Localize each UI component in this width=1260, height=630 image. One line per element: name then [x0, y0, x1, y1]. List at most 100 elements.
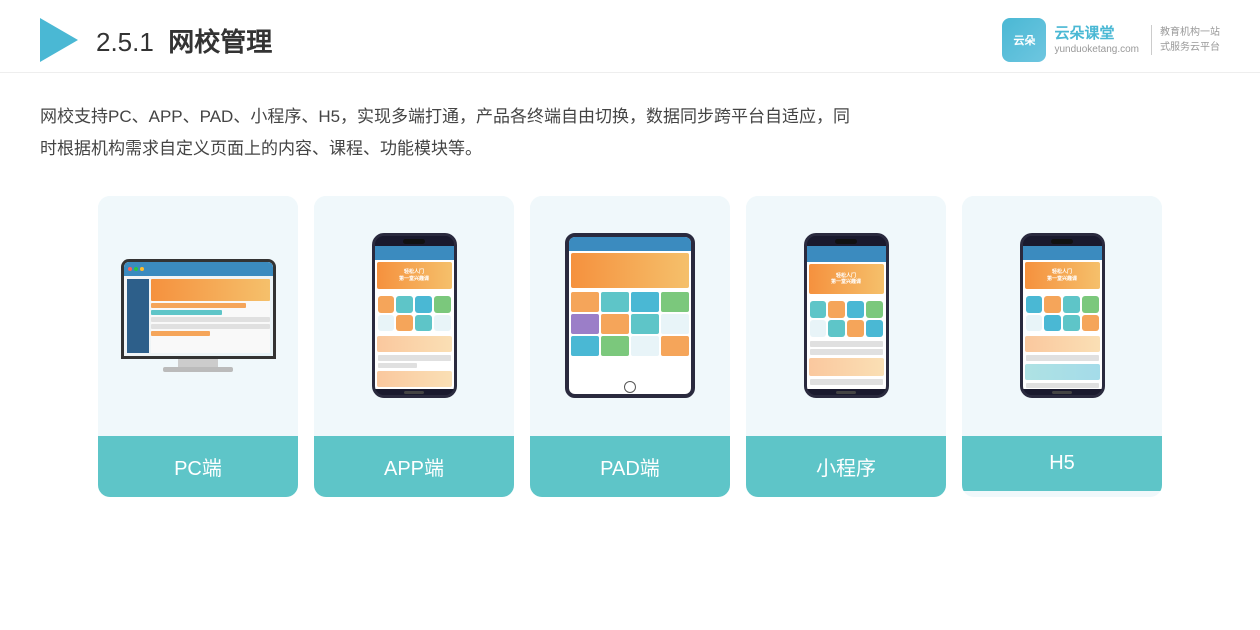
- phone-notch: [375, 236, 454, 246]
- phone-h5-icon-6: [1044, 315, 1061, 332]
- tagline-line1: 教育机构一站: [1160, 27, 1220, 38]
- monitor-banner: [151, 279, 270, 301]
- phone-mini-icon-7: [847, 320, 864, 337]
- tablet-cell-10: [601, 336, 629, 356]
- phone-row2: [378, 363, 418, 368]
- phone-h5-frame: 轻松人门第一堂兴趣课: [1020, 233, 1105, 398]
- phone-h5-icon-8: [1082, 315, 1099, 332]
- brand-name: 云朵课堂: [1054, 24, 1139, 44]
- card-h5: 轻松人门第一堂兴趣课: [962, 196, 1162, 497]
- phone-mini-icon-2: [828, 301, 845, 318]
- tablet-cell-8: [661, 314, 689, 334]
- tablet-cell-9: [571, 336, 599, 356]
- tablet-cell-12: [661, 336, 689, 356]
- tablet-cell-2: [601, 292, 629, 312]
- card-pc: PC端: [98, 196, 298, 497]
- phone-notch-inner: [403, 239, 425, 244]
- phone-banner: 轻松人门第一堂兴趣课: [377, 262, 452, 289]
- header-left: 2.5.1 网校管理: [40, 18, 272, 62]
- phone-app-mockup: 轻松人门第一堂兴趣课: [372, 233, 457, 398]
- phone-h5-icon-4: [1082, 296, 1099, 313]
- phone-course-row1: [377, 336, 452, 352]
- tablet-cell-6: [601, 314, 629, 334]
- phone-h5-course1: [1025, 336, 1100, 352]
- phone-h5-icon-1: [1026, 296, 1043, 313]
- phone-mini-grid: [807, 298, 886, 340]
- description-paragraph: 网校支持PC、APP、PAD、小程序、H5，实现多端打通，产品各终端自由切换，数…: [40, 101, 860, 166]
- phone-h5-screen-header: [1023, 246, 1102, 260]
- phone-h5-notch: [1023, 236, 1102, 246]
- phone-icon-7: [415, 315, 432, 332]
- card-h5-image: 轻松人门第一堂兴趣课: [962, 196, 1162, 436]
- monitor-row2: [151, 310, 222, 315]
- phone-icon-5: [378, 315, 395, 332]
- phone-icon-8: [434, 315, 451, 332]
- phone-mini-home: [836, 391, 856, 394]
- card-miniprogram: 轻松人门第一堂兴趣课: [746, 196, 946, 497]
- card-app-image: 轻松人门第一堂兴趣课: [314, 196, 514, 436]
- card-miniprogram-label: 小程序: [746, 436, 946, 497]
- phone-h5-course2: [1025, 364, 1100, 380]
- phone-course-row2: [377, 371, 452, 387]
- card-app: 轻松人门第一堂兴趣课: [314, 196, 514, 497]
- phone-h5-row1: [1026, 355, 1099, 360]
- monitor-frame: [121, 259, 276, 359]
- tablet-frame: [565, 233, 695, 398]
- phone-mini-mockup: 轻松人门第一堂兴趣课: [804, 233, 889, 398]
- phone-mini-bottom: [807, 389, 886, 395]
- phone-mini-row3: [810, 379, 883, 385]
- pc-monitor-mockup: [121, 259, 276, 372]
- page-title: 2.5.1 网校管理: [96, 22, 272, 59]
- phone-mini-screen-header: [807, 246, 886, 262]
- phone-h5-grid: [1023, 293, 1102, 335]
- phone-h5-icon-3: [1063, 296, 1080, 313]
- phone-h5-banner: 轻松人门第一堂兴趣课: [1025, 262, 1100, 289]
- tagline-line2: 式服务云平台: [1160, 42, 1220, 53]
- monitor-row4: [151, 324, 270, 329]
- tablet-cell-5: [571, 314, 599, 334]
- phone-mini-notch: [807, 236, 886, 246]
- tablet-cell-1: [571, 292, 599, 312]
- card-app-label: APP端: [314, 436, 514, 497]
- phone-bottom: [375, 389, 454, 395]
- monitor-row5: [151, 331, 211, 336]
- phone-h5-banner-text: 轻松人门第一堂兴趣课: [1047, 269, 1077, 282]
- phone-icon-1: [378, 296, 395, 313]
- brand-icon: [1002, 18, 1046, 62]
- phone-h5-icon-2: [1044, 296, 1061, 313]
- phone-mini-frame: 轻松人门第一堂兴趣课: [804, 233, 889, 398]
- monitor-screen: [124, 262, 273, 356]
- header: 2.5.1 网校管理 云朵课堂 yunduoketang.com 教育机构一站 …: [0, 0, 1260, 73]
- tablet-cell-11: [631, 336, 659, 356]
- phone-h5-bottom: [1023, 389, 1102, 395]
- phone-mini-screen: 轻松人门第一堂兴趣课: [807, 246, 886, 389]
- phone-mini-banner-text: 轻松人门第一堂兴趣课: [831, 273, 861, 286]
- description-text: 网校支持PC、APP、PAD、小程序、H5，实现多端打通，产品各终端自由切换，数…: [0, 73, 900, 176]
- phone-h5-home: [1052, 391, 1072, 394]
- logo-triangle-icon: [40, 18, 78, 62]
- phone-screen-header: [375, 246, 454, 260]
- tablet-cell-3: [631, 292, 659, 312]
- phone-home-bar: [404, 391, 424, 394]
- card-h5-label: H5: [962, 436, 1162, 491]
- brand-url: yunduoketang.com: [1054, 43, 1139, 56]
- dot-green: [134, 267, 138, 271]
- phone-icon-4: [434, 296, 451, 313]
- tablet-grid: [569, 290, 691, 358]
- monitor-content: [124, 276, 273, 356]
- cards-section: PC端 轻松人门第一堂兴趣课: [0, 176, 1260, 527]
- phone-mini-icon-3: [847, 301, 864, 318]
- brand-text: 云朵课堂 yunduoketang.com: [1054, 24, 1139, 57]
- tablet-screen: [569, 237, 691, 394]
- monitor-sidebar: [127, 279, 149, 353]
- phone-h5-icon-5: [1026, 315, 1043, 332]
- monitor-row1: [151, 303, 246, 308]
- monitor-header: [124, 262, 273, 276]
- card-pad-label: PAD端: [530, 436, 730, 497]
- section-number: 2.5.1: [96, 27, 154, 57]
- phone-h5-row2: [1026, 383, 1099, 388]
- phone-mini-icon-1: [810, 301, 827, 318]
- phone-h5-mockup: 轻松人门第一堂兴趣课: [1020, 233, 1105, 398]
- card-pc-label: PC端: [98, 436, 298, 497]
- tablet-cell-7: [631, 314, 659, 334]
